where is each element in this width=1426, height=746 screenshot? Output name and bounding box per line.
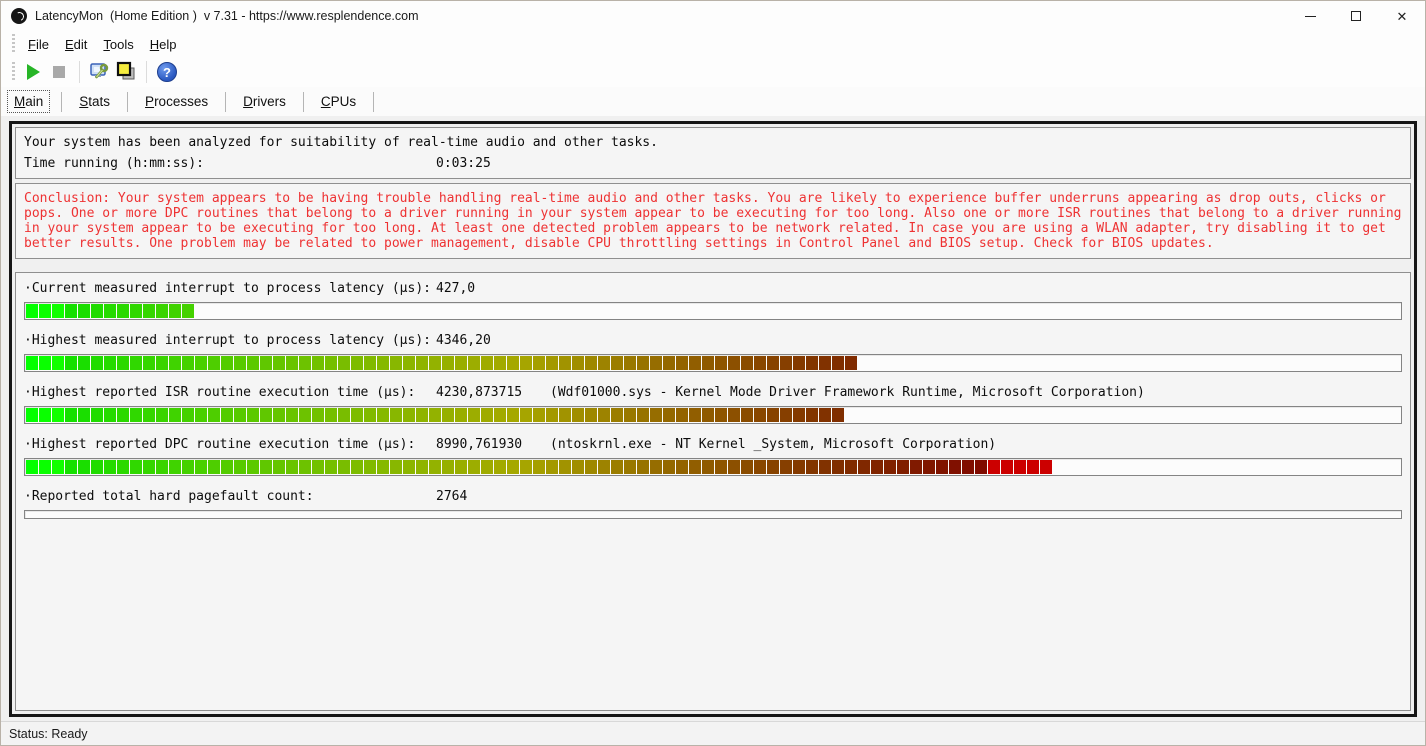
toolbar-separator: [146, 61, 147, 83]
measurement-label: ·Highest reported DPC routine execution …: [24, 435, 436, 455]
maximize-button[interactable]: [1333, 1, 1379, 31]
tab-processes[interactable]: Processes: [133, 90, 220, 113]
tab-separator: [127, 92, 128, 112]
measurement-row: ·Reported total hard pagefault count:276…: [24, 487, 1402, 519]
app-icon: [11, 8, 27, 24]
settings-icon: [89, 61, 111, 83]
main-content: Your system has been analyzed for suitab…: [1, 116, 1425, 721]
stop-monitor-button[interactable]: [46, 60, 72, 84]
measurement-detail: (ntoskrnl.exe - NT Kernel _System, Micro…: [550, 437, 996, 452]
analysis-panel: Your system has been analyzed for suitab…: [15, 127, 1411, 179]
toolbar-gripper: [12, 62, 15, 82]
menu-file[interactable]: File: [20, 34, 57, 55]
menu-tools[interactable]: Tools: [95, 34, 141, 55]
start-monitor-button[interactable]: [20, 60, 46, 84]
tab-bar: Main Stats Processes Drivers CPUs: [1, 87, 1425, 116]
play-icon: [27, 64, 40, 80]
measurement-value: 8990,761930: [436, 435, 550, 455]
close-icon: ✕: [1397, 10, 1408, 23]
tab-main[interactable]: Main: [7, 90, 50, 113]
latency-bar: [24, 458, 1402, 476]
measurement-label: ·Reported total hard pagefault count:: [24, 487, 436, 507]
close-button[interactable]: ✕: [1379, 1, 1425, 31]
tab-separator: [303, 92, 304, 112]
help-button[interactable]: ?: [154, 60, 180, 84]
menu-help[interactable]: Help: [142, 34, 185, 55]
time-running-value: 0:03:25: [436, 156, 491, 171]
options-button[interactable]: [87, 60, 113, 84]
window-title: LatencyMon (Home Edition ) v 7.31 - http…: [35, 9, 419, 23]
tab-drivers[interactable]: Drivers: [231, 90, 298, 113]
measurement-value: 4230,873715: [436, 383, 550, 403]
toolbar: ?: [1, 57, 1425, 87]
menubar-gripper: [12, 34, 15, 54]
menu-edit[interactable]: Edit: [57, 34, 95, 55]
maximize-icon: [1351, 11, 1361, 21]
measurement-value: 427,0: [436, 279, 550, 299]
latency-bar: [24, 406, 1402, 424]
report-button[interactable]: [113, 60, 139, 84]
measurement-value: 4346,20: [436, 331, 550, 351]
tab-cpus[interactable]: CPUs: [309, 90, 368, 113]
measurement-label: ·Highest reported ISR routine execution …: [24, 383, 436, 403]
report-icon: [115, 61, 137, 83]
menu-bar: File Edit Tools Help: [1, 31, 1425, 57]
pagefault-bar: [24, 510, 1402, 519]
measurement-row: ·Highest reported ISR routine execution …: [24, 383, 1402, 424]
tab-separator: [373, 92, 374, 112]
measurement-label: ·Current measured interrupt to process l…: [24, 279, 436, 299]
time-running-label: Time running (h:mm:ss):: [24, 153, 436, 174]
tab-separator: [61, 92, 62, 112]
analysis-line: Your system has been analyzed for suitab…: [24, 132, 1402, 153]
minimize-button[interactable]: [1287, 1, 1333, 31]
minimize-icon: [1305, 16, 1316, 17]
title-bar: LatencyMon (Home Edition ) v 7.31 - http…: [1, 1, 1425, 31]
measurement-label: ·Highest measured interrupt to process l…: [24, 331, 436, 351]
stop-icon: [53, 66, 65, 78]
latency-bar: [24, 354, 1402, 372]
measurement-row: ·Highest reported DPC routine execution …: [24, 435, 1402, 476]
status-bar: Status: Ready: [1, 721, 1425, 745]
measurement-value: 2764: [436, 487, 550, 507]
measurements-panel: ·Current measured interrupt to process l…: [15, 272, 1411, 711]
tab-stats[interactable]: Stats: [67, 90, 122, 113]
main-frame: Your system has been analyzed for suitab…: [9, 121, 1417, 717]
question-icon: ?: [157, 62, 177, 82]
time-running-line: Time running (h:mm:ss):0:03:25: [24, 153, 1402, 174]
status-text: Status: Ready: [9, 727, 88, 741]
window-controls: ✕: [1287, 1, 1425, 31]
tab-separator: [225, 92, 226, 112]
measurement-detail: (Wdf01000.sys - Kernel Mode Driver Frame…: [550, 385, 1145, 400]
toolbar-separator: [79, 61, 80, 83]
conclusion-panel: Conclusion: Your system appears to be ha…: [15, 183, 1411, 259]
measurement-row: ·Current measured interrupt to process l…: [24, 279, 1402, 320]
measurement-row: ·Highest measured interrupt to process l…: [24, 331, 1402, 372]
latency-bar: [24, 302, 1402, 320]
conclusion-text: Conclusion: Your system appears to be ha…: [24, 191, 1402, 251]
